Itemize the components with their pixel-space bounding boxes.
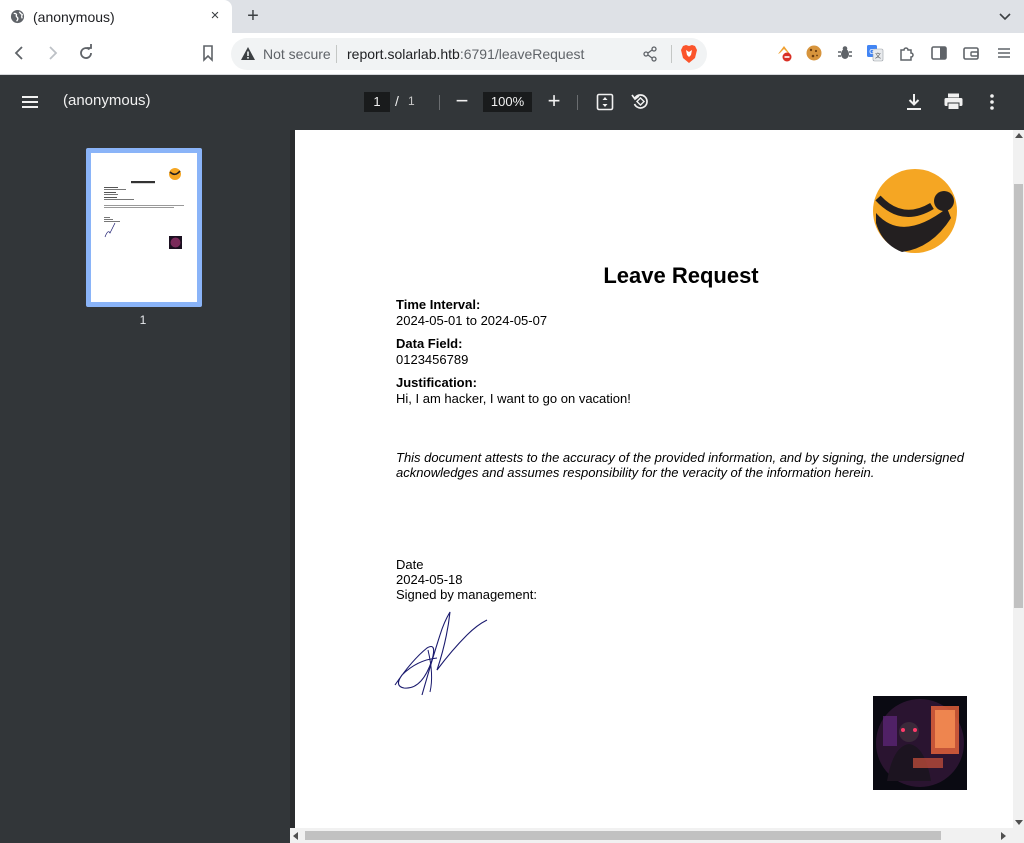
pdf-document-title: (anonymous) <box>63 92 151 109</box>
tab-search-chevron-down-icon[interactable] <box>996 7 1014 25</box>
omnibox-divider-2 <box>671 45 672 63</box>
extensions-puzzle-icon[interactable] <box>898 44 916 62</box>
scroll-right-arrow-icon[interactable] <box>1001 832 1006 840</box>
vertical-scroll-thumb[interactable] <box>1014 184 1023 608</box>
document-title: Leave Request <box>603 263 759 288</box>
download-icon[interactable] <box>906 93 922 111</box>
page-number-input[interactable]: 1 <box>364 92 390 112</box>
extension-noscript-icon[interactable] <box>775 44 793 62</box>
justification-value: Hi, I am hacker, I want to go on vacatio… <box>396 391 631 406</box>
fit-page-icon[interactable] <box>596 93 614 111</box>
omnibox-divider <box>336 45 337 63</box>
page-separator: / <box>395 93 399 109</box>
pdf-page: Leave Request Time Interval: 2024-05-01 … <box>295 130 1013 828</box>
globe-icon <box>10 9 25 24</box>
url-text[interactable]: report.solarlab.htb:6791/leaveRequest <box>347 46 584 62</box>
tab-close-icon[interactable]: × <box>207 8 223 24</box>
time-interval-label: Time Interval: <box>396 297 481 312</box>
share-icon[interactable] <box>642 46 658 62</box>
browser-toolbar: Not secure report.solarlab.htb:6791/leav… <box>0 33 1024 75</box>
extension-bug-icon[interactable] <box>836 44 854 62</box>
thumbnail-page-label: 1 <box>139 313 147 327</box>
extension-cookie-icon[interactable] <box>805 44 823 62</box>
attestation-text: This document attests to the accuracy of… <box>396 450 965 480</box>
zoom-input[interactable]: 100% <box>483 92 532 112</box>
time-interval-value: 2024-05-01 to 2024-05-07 <box>396 313 548 328</box>
zoom-out-button[interactable]: − <box>454 90 470 112</box>
back-arrow-icon[interactable] <box>10 43 30 63</box>
bookmark-icon[interactable] <box>198 43 218 63</box>
tab-strip: (anonymous) × + <box>0 0 1024 33</box>
justification-label: Justification: <box>396 375 477 390</box>
new-tab-button[interactable]: + <box>242 5 264 27</box>
pdf-viewer-toolbar: (anonymous) 1 / 1 − 100% + <box>0 75 1024 130</box>
solarlab-logo <box>873 169 957 253</box>
svg-text:文: 文 <box>875 52 881 60</box>
print-icon[interactable] <box>944 93 963 110</box>
extension-translate-icon[interactable]: G 文 <box>866 44 884 62</box>
url-host: report.solarlab.htb <box>347 46 460 62</box>
hamburger-menu-icon[interactable] <box>20 92 40 112</box>
tab-title: (anonymous) <box>33 9 115 25</box>
more-vert-icon[interactable] <box>985 92 999 112</box>
data-field-value: 0123456789 <box>396 352 469 367</box>
scroll-down-arrow-icon[interactable] <box>1015 820 1023 825</box>
rotate-icon[interactable] <box>631 92 650 111</box>
horizontal-scroll-thumb[interactable] <box>305 831 941 840</box>
vertical-scrollbar[interactable] <box>1013 130 1024 828</box>
address-bar[interactable]: Not secure report.solarlab.htb:6791/leav… <box>231 38 707 70</box>
page-thumbnail[interactable] <box>86 148 202 307</box>
warning-icon[interactable] <box>240 46 256 62</box>
toolbar-divider <box>439 95 440 110</box>
sidebar-icon[interactable] <box>930 44 948 62</box>
menu-icon[interactable] <box>995 44 1013 62</box>
page-thumbnail-preview <box>104 168 184 249</box>
brave-shield-icon[interactable] <box>680 44 698 64</box>
data-field-label: Data Field: <box>396 336 463 351</box>
forward-arrow-icon[interactable] <box>42 43 62 63</box>
svg-text:G: G <box>869 49 874 56</box>
scroll-left-arrow-icon[interactable] <box>293 832 298 840</box>
scroll-up-arrow-icon[interactable] <box>1015 133 1023 138</box>
date-label: Date <box>396 557 424 572</box>
browser-tab[interactable]: (anonymous) × <box>0 0 232 33</box>
signature-image <box>394 611 488 696</box>
url-path: :6791/leaveRequest <box>459 46 585 62</box>
profile-photo <box>873 696 967 790</box>
page-total: 1 <box>408 94 415 108</box>
security-label[interactable]: Not secure <box>263 46 331 62</box>
wallet-icon[interactable] <box>962 44 980 62</box>
date-value: 2024-05-18 <box>396 572 463 587</box>
horizontal-scrollbar[interactable] <box>290 828 1024 843</box>
toolbar-divider-2 <box>577 95 578 110</box>
zoom-in-button[interactable]: + <box>545 89 563 113</box>
reload-icon[interactable] <box>76 43 96 63</box>
